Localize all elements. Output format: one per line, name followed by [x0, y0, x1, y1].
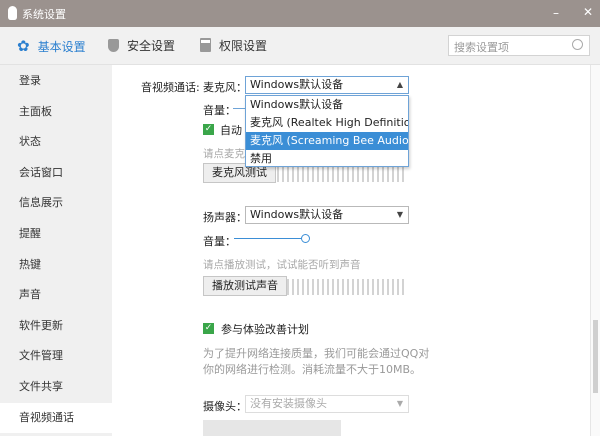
- mic-select[interactable]: Windows默认设备 ▲: [245, 76, 409, 94]
- camera-preview: [203, 420, 341, 436]
- mic-hint: 请点麦克: [203, 148, 245, 160]
- sidebar-item[interactable]: 热键: [0, 250, 112, 280]
- mic-select-value: Windows默认设备: [250, 78, 344, 91]
- mic-label: 麦克风：: [203, 81, 247, 94]
- tab-permission-settings[interactable]: 权限设置: [200, 37, 267, 54]
- sidebar-item[interactable]: 声音: [0, 280, 112, 310]
- toolbar: ✿ 基本设置 安全设置 权限设置 搜索设置项: [0, 27, 600, 65]
- qq-logo-icon: [8, 6, 17, 20]
- speaker-select-value: Windows默认设备: [250, 208, 344, 221]
- slider-knob[interactable]: [301, 234, 311, 243]
- scrollbar[interactable]: [590, 65, 600, 436]
- sidebar-item[interactable]: 登录: [0, 66, 112, 96]
- chevron-down-icon: ▼: [396, 399, 403, 408]
- mic-option[interactable]: Windows默认设备: [246, 96, 408, 114]
- improve-desc-1: 为了提升网络连接质量，我们可能会通过QQ对: [203, 347, 430, 360]
- window-title: 系统设置: [22, 8, 66, 21]
- lock-icon: [200, 43, 211, 52]
- minimize-button[interactable]: –: [553, 6, 559, 20]
- sidebar-item[interactable]: 提醒: [0, 219, 112, 249]
- search-input[interactable]: 搜索设置项: [448, 35, 590, 56]
- sidebar-item[interactable]: 音视频通话: [0, 402, 112, 433]
- sidebar-item[interactable]: 软件更新: [0, 311, 112, 341]
- scrollbar-thumb[interactable]: [593, 320, 598, 393]
- sidebar-item[interactable]: 状态: [0, 127, 112, 157]
- sidebar: 登录 主面板 状态 会话窗口 信息展示 提醒 热键 声音 软件更新 文件管理 文件共享 音视频通话: [0, 65, 112, 436]
- tab-label: 权限设置: [219, 39, 268, 53]
- search-icon[interactable]: [572, 39, 583, 50]
- speaker-select[interactable]: Windows默认设备 ▼: [245, 206, 409, 224]
- mic-volume-slider[interactable]: [233, 108, 245, 109]
- chevron-down-icon: ▼: [396, 210, 403, 219]
- speaker-test-button[interactable]: 播放测试声音: [203, 276, 287, 296]
- mic-option[interactable]: 麦克风 (Realtek High Definition: [246, 114, 408, 132]
- speaker-level-meter: [287, 279, 405, 295]
- chevron-up-icon: ▲: [396, 80, 403, 89]
- improve-checkbox[interactable]: ✓: [203, 323, 214, 334]
- sidebar-item[interactable]: 会话窗口: [0, 158, 112, 188]
- sidebar-item[interactable]: 信息展示: [0, 188, 112, 218]
- search-placeholder: 搜索设置项: [454, 41, 509, 54]
- gear-icon: ✿: [17, 37, 30, 55]
- auto-checkbox[interactable]: ✓: [203, 124, 214, 135]
- improve-label: 参与体验改善计划: [221, 323, 309, 336]
- camera-select[interactable]: 没有安装摄像头 ▼: [245, 395, 409, 413]
- speaker-hint: 请点播放测试，试试能否听到声音: [203, 259, 361, 271]
- speaker-volume-slider[interactable]: [234, 234, 311, 243]
- sidebar-item[interactable]: 主面板: [0, 97, 112, 127]
- close-button[interactable]: ✕: [583, 5, 593, 19]
- camera-label: 摄像头：: [203, 400, 247, 413]
- speaker-volume-label: 音量：: [203, 235, 236, 248]
- title-bar: 系统设置 – ✕: [0, 0, 600, 27]
- mic-option[interactable]: 禁用: [246, 150, 408, 168]
- tab-label: 基本设置: [37, 39, 86, 54]
- speaker-label: 扬声器：: [203, 211, 247, 224]
- sidebar-item[interactable]: 文件管理: [0, 341, 112, 371]
- shield-icon: [108, 39, 119, 52]
- mic-level-meter: [277, 166, 405, 182]
- mic-option[interactable]: 麦克风 (Screaming Bee Audio): [246, 132, 408, 150]
- auto-label: 自动: [220, 124, 242, 137]
- tab-basic-settings[interactable]: ✿ 基本设置: [17, 37, 86, 55]
- camera-select-value: 没有安装摄像头: [250, 397, 327, 410]
- mic-dropdown-list: Windows默认设备 麦克风 (Realtek High Definition 麦…: [245, 95, 409, 167]
- mic-volume-label: 音量：: [203, 104, 236, 117]
- improve-desc-2: 你的网络进行检测。消耗流量不大于10MB。: [203, 363, 422, 376]
- tab-security-settings[interactable]: 安全设置: [108, 37, 175, 54]
- sidebar-item[interactable]: 文件共享: [0, 372, 112, 402]
- tab-label: 安全设置: [127, 39, 176, 53]
- section-label: 音视频通话:: [141, 81, 200, 94]
